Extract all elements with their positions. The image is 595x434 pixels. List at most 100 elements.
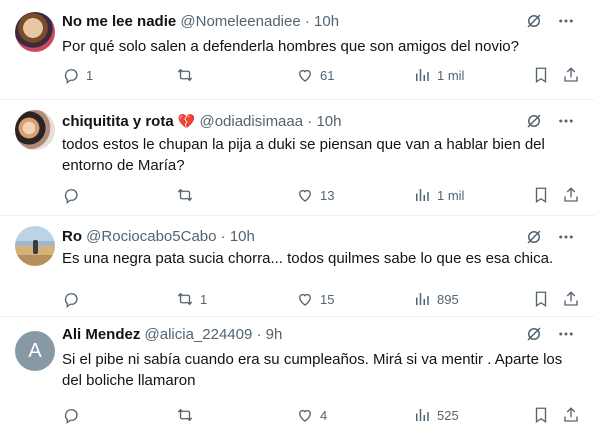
like-count: 13	[320, 187, 335, 203]
tweet-header: Ro @Rociocabo5Cabo · 10h	[62, 227, 255, 247]
like-icon	[299, 293, 311, 306]
tweet-text: Si el pibe ni sabía cuando era su cumple…	[62, 351, 563, 389]
like-button[interactable]: 13	[296, 186, 334, 204]
timestamp[interactable]: 10h	[314, 13, 339, 30]
tweet-reply[interactable]: Ro @Rociocabo5Cabo · 10h Es una negra pa…	[0, 216, 595, 317]
tweet-actions: 1 61 1 mil	[62, 66, 581, 86]
views-count: 1 mil	[437, 67, 465, 83]
reply-button[interactable]: 1	[62, 66, 93, 84]
bookmark-button[interactable]	[532, 290, 550, 308]
retweet-button[interactable]: 1	[176, 290, 207, 308]
views-icon	[416, 409, 429, 421]
reply-button[interactable]	[62, 406, 86, 424]
like-button[interactable]: 61	[296, 66, 334, 84]
tweet-top-actions	[525, 325, 575, 343]
like-icon	[299, 69, 311, 82]
bookmark-button[interactable]	[532, 186, 550, 204]
tweet-header: chiquitita y rota 💔 @odiadisimaaa · 10h	[62, 111, 341, 132]
tweet-text: todos estos le chupan la pija a duki se …	[62, 136, 545, 174]
user-handle[interactable]: @alicia_224409	[145, 326, 253, 343]
display-name[interactable]: Ro	[62, 228, 82, 245]
views-icon	[416, 293, 429, 305]
tweet-reply[interactable]: chiquitita y rota 💔 @odiadisimaaa · 10h …	[0, 100, 595, 216]
tweet-actions: 1 15 895	[62, 290, 581, 310]
reply-button[interactable]	[62, 186, 86, 204]
more-icon[interactable]	[557, 228, 575, 246]
like-button[interactable]: 15	[296, 290, 334, 308]
tweet-reply[interactable]: No me lee nadie @Nomeleenadiee · 10h Por…	[0, 0, 595, 100]
more-icon[interactable]	[557, 12, 575, 30]
display-name[interactable]: Ali Mendez	[62, 326, 140, 343]
share-button[interactable]	[562, 66, 580, 84]
retweet-button[interactable]	[176, 66, 200, 84]
tweet-top-actions	[525, 12, 575, 30]
like-count: 61	[320, 67, 335, 83]
retweet-button[interactable]	[176, 186, 200, 204]
user-handle[interactable]: @odiadisimaaa	[199, 113, 303, 130]
tweet-header: No me lee nadie @Nomeleenadiee · 10h	[62, 12, 339, 32]
separator-dot: ·	[220, 228, 226, 245]
retweet-count: 1	[200, 291, 208, 307]
tweet-text: Por qué solo salen a defenderla hombres …	[62, 38, 519, 55]
views-button[interactable]: 895	[413, 290, 459, 308]
tweet-top-actions	[525, 112, 575, 130]
display-name[interactable]: chiquitita y rota	[62, 113, 174, 130]
more-icon[interactable]	[557, 112, 575, 130]
retweet-icon	[177, 292, 193, 306]
reply-icon	[64, 189, 78, 204]
grok-icon[interactable]	[525, 12, 543, 30]
share-button[interactable]	[562, 186, 580, 204]
share-button[interactable]	[562, 290, 580, 308]
bookmark-button[interactable]	[532, 66, 550, 84]
avatar-figure	[33, 240, 38, 254]
avatar[interactable]	[15, 12, 55, 52]
reply-icon	[64, 69, 78, 84]
retweet-icon	[177, 188, 193, 202]
avatar[interactable]	[15, 226, 55, 266]
tweet-reply[interactable]: A Ali Mendez @alicia_224409 · 9h Si el p…	[0, 317, 595, 434]
retweet-icon	[177, 408, 193, 422]
reply-icon	[64, 293, 78, 308]
separator-dot: ·	[256, 326, 262, 343]
reply-icon	[64, 409, 78, 424]
retweet-button[interactable]	[176, 406, 200, 424]
bookmark-icon	[535, 67, 547, 84]
views-button[interactable]: 1 mil	[413, 186, 464, 204]
grok-icon[interactable]	[525, 325, 543, 343]
user-handle[interactable]: @Nomeleenadiee	[180, 13, 300, 30]
display-name[interactable]: No me lee nadie	[62, 13, 176, 30]
like-icon	[299, 189, 311, 202]
tweet-actions: 4 525	[62, 406, 581, 426]
bookmark-button[interactable]	[532, 406, 550, 424]
bookmark-icon	[535, 187, 547, 204]
share-icon	[564, 187, 578, 202]
like-icon	[299, 409, 311, 422]
bookmark-icon	[535, 407, 547, 424]
views-icon	[416, 189, 429, 201]
reply-count: 1	[86, 67, 94, 83]
broken-heart-emoji: 💔	[177, 113, 196, 129]
like-count: 15	[320, 291, 335, 307]
separator-dot: ·	[307, 113, 313, 130]
grok-icon[interactable]	[525, 112, 543, 130]
like-button[interactable]: 4	[296, 406, 327, 424]
views-count: 525	[437, 407, 459, 423]
share-button[interactable]	[562, 406, 580, 424]
views-button[interactable]: 1 mil	[413, 66, 464, 84]
user-handle[interactable]: @Rociocabo5Cabo	[86, 228, 216, 245]
reply-button[interactable]	[62, 290, 86, 308]
timestamp[interactable]: 10h	[230, 228, 255, 245]
grok-icon[interactable]	[525, 228, 543, 246]
like-count: 4	[320, 407, 328, 423]
timestamp[interactable]: 10h	[316, 113, 341, 130]
tweet-header: Ali Mendez @alicia_224409 · 9h	[62, 325, 282, 345]
views-button[interactable]: 525	[413, 406, 459, 424]
views-count: 1 mil	[437, 187, 465, 203]
share-icon	[564, 407, 578, 422]
timestamp[interactable]: 9h	[266, 326, 283, 343]
more-icon[interactable]	[557, 325, 575, 343]
share-icon	[564, 67, 578, 82]
avatar[interactable]: A	[15, 331, 55, 371]
tweet-actions: 13 1 mil	[62, 186, 581, 206]
avatar[interactable]	[15, 110, 55, 150]
